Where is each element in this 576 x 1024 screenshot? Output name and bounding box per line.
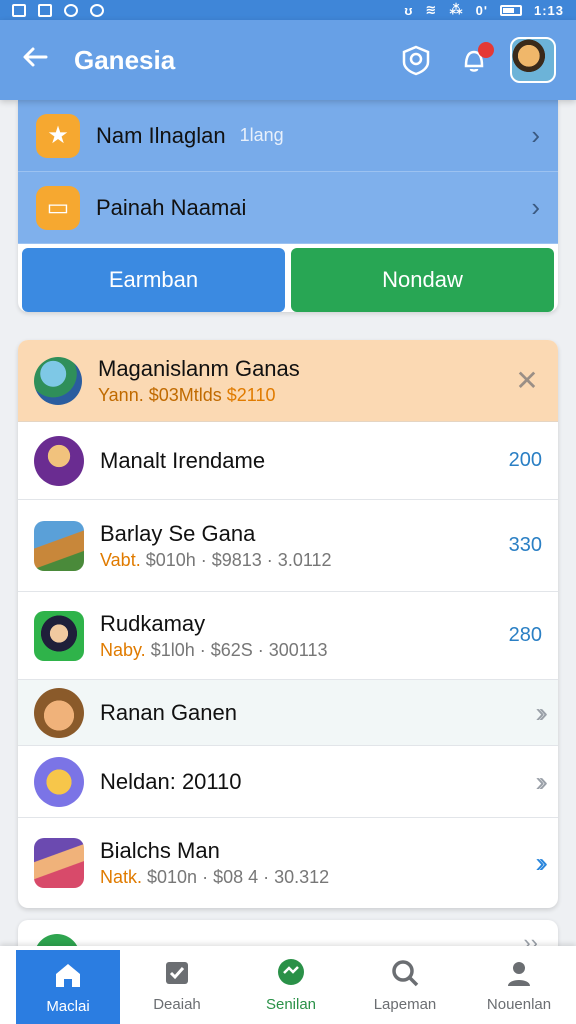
list-item-title: Manalt Irendame bbox=[100, 447, 266, 473]
wallet-icon: ▭ bbox=[36, 185, 80, 230]
list-item-title: Bialchs Man bbox=[100, 838, 220, 863]
list-item-value: 200 bbox=[508, 449, 542, 471]
list-item[interactable]: Neldan: 20110 ›› bbox=[18, 746, 558, 818]
nav-chat-label: Senilan bbox=[265, 995, 317, 1013]
wifi-icon: ≋ bbox=[425, 2, 438, 17]
character-face-icon bbox=[34, 687, 84, 738]
promo-sub-highlight: $2110 bbox=[226, 384, 276, 405]
promo-sub-prefix: Yann. $03Mtlds bbox=[98, 384, 222, 405]
bell-game-icon bbox=[34, 756, 84, 807]
status-bar: ʊ ≋ ⁂ 0ʹ 1:13 bbox=[0, 0, 576, 20]
list-item-sub: $010h · $9813 · 3.0112 bbox=[140, 549, 332, 570]
list-item-sub: $010n · $08 4 · 30.312 bbox=[142, 867, 330, 887]
page-title: Ganesia bbox=[74, 44, 176, 75]
nav-tasks-label: Deaiah bbox=[153, 995, 201, 1013]
home-icon bbox=[52, 960, 84, 990]
list-item-text: Ranan Ganen bbox=[100, 699, 492, 727]
list-item-sub-highlight: Vabt. bbox=[100, 549, 141, 570]
primary-action-button[interactable]: Earmban bbox=[22, 248, 285, 312]
top-menu-card: ★ Nam Ilnaglan 1lang › ▭ Painah Naamai ›… bbox=[18, 100, 558, 312]
nav-search-label: Lapeman bbox=[373, 995, 437, 1013]
game-thumbnail-icon bbox=[34, 520, 84, 571]
list-item[interactable]: Manalt Irendame 200 bbox=[18, 422, 558, 500]
list-item-title: Barlay Se Gana bbox=[100, 520, 256, 546]
nav-search[interactable]: Lapeman bbox=[348, 946, 462, 1024]
chat-icon bbox=[275, 958, 307, 988]
app-bar: Ganesia bbox=[0, 20, 576, 100]
media-notification-icon bbox=[64, 3, 78, 17]
bottom-navigation: Maclai Deaiah Senilan Lapeman Nouenlan bbox=[0, 946, 576, 1024]
game-list-card: Maganislanm Ganas Yann. $03Mtlds $2110 ✕… bbox=[18, 340, 558, 908]
nav-home[interactable]: Maclai bbox=[16, 950, 120, 1024]
list-item[interactable]: Ranan Ganen ›› bbox=[18, 680, 558, 746]
list-item-text: Manalt Irendame bbox=[100, 447, 492, 475]
game-thumbnail-icon bbox=[34, 838, 84, 888]
nav-home-label: Maclai bbox=[46, 997, 90, 1015]
shop-button[interactable] bbox=[394, 38, 438, 82]
list-item[interactable]: Bialchs Man Natk. $010n · $08 4 · 30.312… bbox=[18, 818, 558, 908]
promo-text: Maganislanm Ganas Yann. $03Mtlds $2110 bbox=[98, 355, 512, 407]
nav-tasks[interactable]: Deaiah bbox=[120, 946, 234, 1024]
status-left bbox=[12, 3, 104, 17]
list-item-text: Neldan: 20110 bbox=[100, 768, 492, 796]
search-icon bbox=[389, 958, 421, 988]
menu-row-1-label: Nam Ilnaglan bbox=[96, 122, 226, 148]
checkbox-icon bbox=[161, 958, 193, 988]
list-item-sub-highlight: Natk. bbox=[100, 867, 143, 887]
list-item[interactable]: Barlay Se Gana Vabt. $010h · $9813 · 3.0… bbox=[18, 500, 558, 592]
list-item-value: 330 bbox=[508, 534, 542, 556]
signal-icon: ⁂ bbox=[449, 2, 464, 17]
list-item-title: Neldan: 20110 bbox=[100, 768, 242, 794]
status-right: ʊ ≋ ⁂ 0ʹ 1:13 bbox=[404, 2, 564, 18]
list-item-sub-highlight: Naby. bbox=[100, 639, 146, 660]
promo-game-icon bbox=[34, 356, 82, 405]
back-button[interactable] bbox=[20, 42, 70, 78]
close-promo-button[interactable]: ✕ bbox=[512, 364, 542, 397]
game-avatar-icon bbox=[34, 435, 84, 486]
double-chevron-right-icon: ›› bbox=[535, 847, 548, 878]
list-item-subtitle: Natk. $010n · $08 4 · 30.312 bbox=[100, 865, 492, 889]
clock: 1:13 bbox=[533, 2, 564, 18]
list-item-subtitle: Vabt. $010h · $9813 · 3.0112 bbox=[100, 548, 492, 572]
list-item-sub: $1l0h · $62S · 300113 bbox=[145, 639, 328, 660]
user-avatar[interactable] bbox=[510, 37, 556, 83]
nav-profile-label: Nouenlan bbox=[486, 995, 552, 1013]
game-thumbnail-icon bbox=[34, 610, 84, 661]
double-chevron-right-icon: ›› bbox=[535, 765, 548, 797]
network-text: 0ʹ bbox=[475, 2, 488, 18]
menu-row-2-label: Painah Naamai bbox=[96, 194, 247, 220]
list-item-title: Rudkamay bbox=[100, 610, 206, 636]
chevron-right-icon: › bbox=[531, 120, 540, 150]
arrow-left-icon bbox=[23, 47, 48, 67]
profile-icon bbox=[503, 958, 535, 988]
list-item-text: Rudkamay Naby. $1l0h · $62S · 300113 bbox=[100, 610, 492, 662]
menu-row-1-sub: 1lang bbox=[239, 125, 284, 145]
action-buttons: Earmban Nondaw bbox=[22, 248, 554, 312]
menu-row-2[interactable]: ▭ Painah Naamai › bbox=[18, 172, 558, 244]
gallery-notification-icon bbox=[38, 3, 52, 17]
vibrate-icon: ʊ bbox=[404, 2, 414, 18]
chevron-right-icon: › bbox=[531, 192, 540, 222]
list-item[interactable]: Rudkamay Naby. $1l0h · $62S · 300113 280 bbox=[18, 592, 558, 680]
double-chevron-right-icon: ›› bbox=[535, 696, 548, 728]
notifications-button[interactable] bbox=[452, 38, 496, 82]
list-item-text: Bialchs Man Natk. $010n · $08 4 · 30.312 bbox=[100, 837, 492, 889]
promo-subtitle: Yann. $03Mtlds $2110 bbox=[98, 383, 512, 407]
list-item-text: Barlay Se Gana Vabt. $010h · $9813 · 3.0… bbox=[100, 520, 492, 572]
notification-badge bbox=[478, 42, 494, 58]
promo-title: Maganislanm Ganas bbox=[98, 355, 300, 381]
list-item-value: 280 bbox=[508, 624, 542, 646]
menu-row-1[interactable]: ★ Nam Ilnaglan 1lang › bbox=[18, 100, 558, 172]
promo-banner[interactable]: Maganislanm Ganas Yann. $03Mtlds $2110 ✕ bbox=[18, 340, 558, 422]
shield-bag-icon bbox=[402, 45, 430, 76]
nav-profile[interactable]: Nouenlan bbox=[462, 946, 576, 1024]
star-icon: ★ bbox=[36, 113, 80, 158]
battery-icon bbox=[499, 4, 522, 16]
app-notification-icon bbox=[90, 3, 104, 17]
image-notification-icon bbox=[12, 3, 26, 17]
secondary-action-button[interactable]: Nondaw bbox=[291, 248, 554, 312]
list-item-title: Ranan Ganen bbox=[100, 699, 237, 725]
list-item-subtitle: Naby. $1l0h · $62S · 300113 bbox=[100, 638, 492, 662]
nav-chat[interactable]: Senilan bbox=[234, 946, 348, 1024]
